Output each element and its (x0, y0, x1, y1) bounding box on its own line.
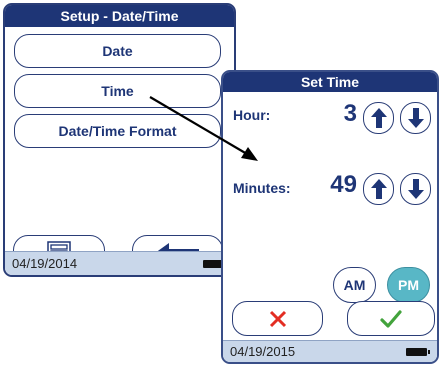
hour-label: Hour: (233, 107, 271, 123)
minutes-down-button[interactable] (400, 173, 431, 205)
confirm-button[interactable] (347, 301, 435, 336)
cancel-x-icon (269, 310, 286, 327)
down-arrow-icon (407, 179, 424, 199)
cancel-button[interactable] (232, 301, 323, 336)
am-button[interactable]: AM (333, 267, 376, 303)
confirm-check-icon (380, 309, 402, 328)
menu-item-date-time-format[interactable]: Date/Time Format (14, 114, 221, 148)
minutes-value: 49 (330, 171, 357, 198)
pm-label: PM (398, 277, 419, 293)
minutes-label: Minutes: (233, 180, 291, 196)
set-time-title: Set Time (223, 72, 437, 92)
up-arrow-icon (370, 179, 387, 199)
pm-button[interactable]: PM (387, 267, 430, 303)
setup-date-time-screen: Setup - Date/Time Date Time Date/Time Fo… (3, 3, 236, 277)
setup-title: Setup - Date/Time (5, 5, 234, 27)
menu-item-label: Time (101, 83, 134, 99)
hour-up-button[interactable] (363, 102, 394, 134)
hour-down-button[interactable] (400, 102, 431, 134)
minutes-up-button[interactable] (363, 173, 394, 205)
status-bar: 04/19/2015 (223, 340, 437, 362)
status-date: 04/19/2015 (230, 344, 296, 359)
status-bar: 04/19/2014 (5, 251, 234, 275)
menu-item-time[interactable]: Time (14, 74, 221, 108)
battery-icon (406, 348, 430, 356)
am-label: AM (343, 277, 366, 293)
menu-item-label: Date/Time Format (58, 123, 177, 139)
menu-item-label: Date (102, 43, 133, 59)
up-arrow-icon (370, 108, 387, 128)
hour-value: 3 (343, 100, 357, 127)
status-date: 04/19/2014 (12, 256, 78, 271)
down-arrow-icon (407, 108, 424, 128)
menu-item-date[interactable]: Date (14, 34, 221, 68)
set-time-screen: Set Time Hour: 3 Minutes: 49 AM PM 04/19… (221, 70, 439, 364)
